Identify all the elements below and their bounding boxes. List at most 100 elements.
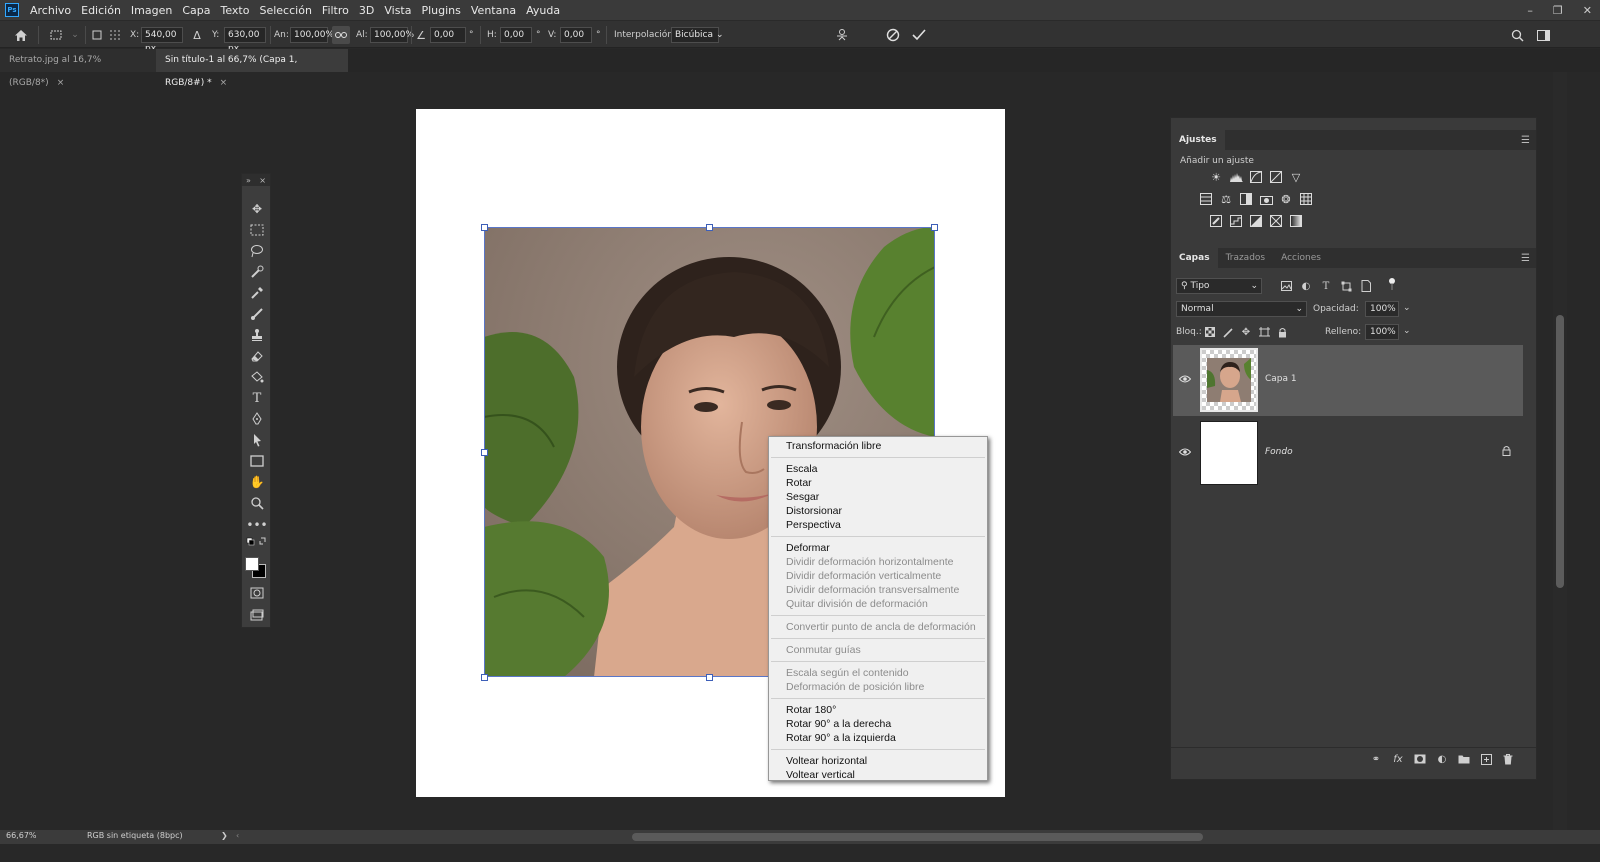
zoom-level[interactable]: 66,67% xyxy=(6,831,37,840)
blend-mode-select[interactable]: Normal ⌄ xyxy=(1176,301,1307,317)
reference-point-grid-icon[interactable] xyxy=(106,26,124,44)
lock-icon[interactable] xyxy=(1502,445,1511,459)
layer-row-fondo[interactable]: Fondo xyxy=(1173,418,1523,489)
context-menu-item[interactable]: Transformación libre xyxy=(769,439,987,453)
interpolation-select[interactable]: Bicúbica ⌄ xyxy=(671,27,724,43)
panel-menu-icon[interactable]: ☰ xyxy=(1521,135,1530,146)
gradient-map-icon[interactable] xyxy=(1289,214,1303,228)
rectangle-tool-icon[interactable] xyxy=(246,452,268,470)
vibrance-icon[interactable]: ▽ xyxy=(1289,170,1303,184)
transform-handle-left[interactable] xyxy=(481,449,488,456)
expand-icon[interactable]: » xyxy=(246,176,251,185)
opacity-input[interactable]: 100% xyxy=(1365,301,1399,317)
context-menu-item[interactable]: Deformar xyxy=(769,541,987,555)
menu-seleccion[interactable]: Selección xyxy=(254,4,316,17)
invert-icon[interactable] xyxy=(1209,214,1223,228)
menu-imagen[interactable]: Imagen xyxy=(126,4,177,17)
minimize-icon[interactable]: – xyxy=(1527,4,1533,17)
exposure-icon[interactable] xyxy=(1269,170,1283,184)
fx-icon[interactable]: fx xyxy=(1391,752,1405,766)
lock-artboard-icon[interactable] xyxy=(1257,325,1271,339)
menu-ayuda[interactable]: Ayuda xyxy=(521,4,565,17)
tools-panel-header[interactable]: » × xyxy=(242,174,270,186)
layer-filter-select[interactable]: ⚲ Tipo ⌄ xyxy=(1176,278,1262,294)
horizontal-scrollbar-thumb[interactable] xyxy=(632,833,1203,841)
panel-menu-icon[interactable]: ☰ xyxy=(1521,253,1530,264)
new-layer-icon[interactable] xyxy=(1479,752,1493,766)
visibility-eye-icon[interactable] xyxy=(1178,446,1192,459)
vertical-scrollbar[interactable] xyxy=(1553,72,1567,830)
lock-position-icon[interactable]: ✥ xyxy=(1239,325,1253,339)
delete-layer-icon[interactable] xyxy=(1501,752,1515,766)
eraser-tool-icon[interactable] xyxy=(246,347,268,365)
context-menu-item[interactable]: Sesgar xyxy=(769,490,987,504)
eyedropper-tool-icon[interactable] xyxy=(246,284,268,302)
pen-tool-icon[interactable] xyxy=(246,410,268,428)
workspace-icon[interactable] xyxy=(1534,26,1552,44)
channel-mixer-icon[interactable]: ❂ xyxy=(1279,192,1293,206)
context-menu-item[interactable]: Perspectiva xyxy=(769,518,987,532)
brightness-contrast-icon[interactable]: ☀ xyxy=(1209,170,1223,184)
y-position-input[interactable]: 630,00 px xyxy=(224,27,266,54)
foreground-color-swatch[interactable] xyxy=(245,557,259,571)
layer-thumbnail[interactable] xyxy=(1200,421,1258,485)
width-input[interactable]: 100,00% xyxy=(290,27,334,43)
brush-tool-icon[interactable] xyxy=(246,305,268,323)
path-selection-tool-icon[interactable] xyxy=(246,431,268,449)
tab-trazados[interactable]: Trazados xyxy=(1218,248,1274,268)
visibility-eye-icon[interactable] xyxy=(1178,373,1192,386)
stamp-tool-icon[interactable] xyxy=(246,326,268,344)
hand-tool-icon[interactable]: ✋ xyxy=(246,473,268,491)
add-mask-icon[interactable] xyxy=(1413,752,1427,766)
cancel-transform-icon[interactable] xyxy=(884,26,902,44)
hue-saturation-icon[interactable] xyxy=(1199,192,1213,206)
transform-handle-top[interactable] xyxy=(706,224,713,231)
lock-all-icon[interactable] xyxy=(1275,325,1289,339)
levels-icon[interactable] xyxy=(1229,170,1243,184)
close-icon[interactable]: × xyxy=(57,78,65,88)
photo-filter-icon[interactable] xyxy=(1259,192,1273,206)
layer-row-capa-1[interactable]: Capa 1 xyxy=(1173,345,1523,416)
link-aspect-icon[interactable] xyxy=(332,26,350,44)
curves-icon[interactable] xyxy=(1249,170,1263,184)
filter-adjustment-layers-icon[interactable]: ◐ xyxy=(1299,279,1313,293)
marquee-tool-icon[interactable] xyxy=(246,221,268,239)
type-tool-icon[interactable]: T xyxy=(246,389,268,407)
context-menu-item[interactable]: Rotar 90° a la derecha xyxy=(769,717,987,731)
rotation-input[interactable]: 0,00 xyxy=(430,27,466,43)
close-icon[interactable]: × xyxy=(220,78,228,88)
chevron-down-icon[interactable]: ⌄ xyxy=(1403,303,1411,313)
menu-plugins[interactable]: Plugins xyxy=(416,4,465,17)
tab-retrato[interactable]: Retrato.jpg al 16,7% (RGB/8*) × xyxy=(0,49,156,88)
filter-shape-layers-icon[interactable] xyxy=(1339,279,1353,293)
x-position-input[interactable]: 540,00 px xyxy=(141,27,183,54)
menu-3d[interactable]: 3D xyxy=(354,4,379,17)
screen-mode-icon[interactable] xyxy=(246,606,268,624)
threshold-icon[interactable] xyxy=(1249,214,1263,228)
close-icon[interactable]: × xyxy=(259,176,266,185)
tab-capas[interactable]: Capas xyxy=(1171,248,1218,268)
menu-archivo[interactable]: Archivo xyxy=(25,4,76,17)
menu-texto[interactable]: Texto xyxy=(216,4,255,17)
commit-transform-icon[interactable] xyxy=(910,26,928,44)
tab-sin-titulo[interactable]: Sin título-1 al 66,7% (Capa 1, RGB/8#) *… xyxy=(156,49,348,88)
zoom-tool-icon[interactable] xyxy=(246,494,268,512)
quick-selection-tool-icon[interactable] xyxy=(246,263,268,281)
home-icon[interactable] xyxy=(12,26,30,44)
posterize-icon[interactable] xyxy=(1229,214,1243,228)
dropdown-arrow-icon[interactable]: ⌄ xyxy=(66,26,84,44)
layer-thumbnail[interactable] xyxy=(1200,348,1258,412)
move-tool-icon[interactable]: ✥ xyxy=(246,200,268,218)
fill-input[interactable]: 100% xyxy=(1365,324,1399,340)
height-input[interactable]: 100,00% xyxy=(370,27,414,43)
status-menu-arrow[interactable]: ❯ xyxy=(221,831,228,840)
menu-capa[interactable]: Capa xyxy=(177,4,215,17)
menu-filtro[interactable]: Filtro xyxy=(317,4,354,17)
search-icon[interactable] xyxy=(1508,26,1526,44)
vertical-scrollbar-thumb[interactable] xyxy=(1556,315,1564,588)
link-layers-icon[interactable]: ⚭ xyxy=(1369,752,1383,766)
more-tools-icon[interactable]: ••• xyxy=(246,516,268,534)
context-menu-item[interactable]: Escala xyxy=(769,462,987,476)
chevron-down-icon[interactable]: ⌄ xyxy=(1403,326,1411,336)
transform-handle-top-right[interactable] xyxy=(931,224,938,231)
